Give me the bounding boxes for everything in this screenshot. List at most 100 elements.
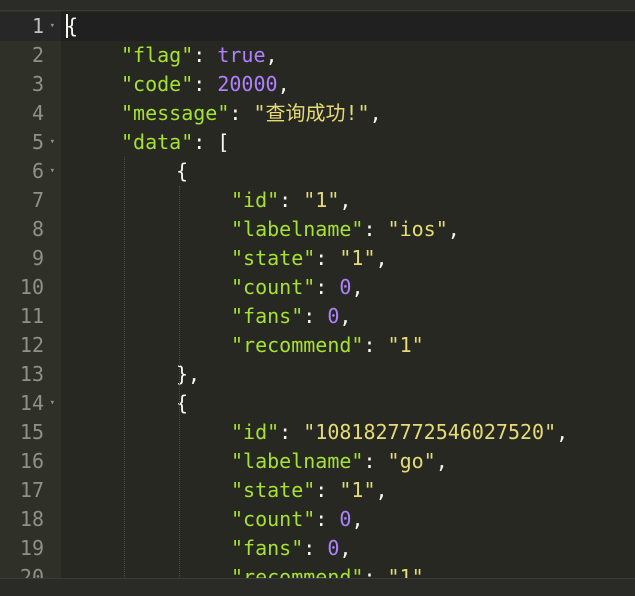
gutter-line[interactable]: 5 ▾: [0, 128, 61, 157]
code-line[interactable]: "labelname": "go",: [61, 447, 635, 476]
code-token: :: [229, 101, 254, 125]
code-token: :: [315, 478, 340, 502]
code-token: ,: [277, 72, 290, 96]
code-line[interactable]: "data": [: [61, 128, 635, 157]
line-number: 6: [31, 159, 44, 183]
code-token: "fans": [231, 536, 304, 560]
indent-guide: [179, 186, 180, 578]
code-token: ,: [265, 43, 278, 67]
code-line[interactable]: "labelname": "ios",: [61, 215, 635, 244]
code-line[interactable]: "recommend": "1": [61, 563, 635, 578]
line-number: 18: [19, 507, 44, 531]
gutter-line[interactable]: 12: [0, 331, 61, 360]
line-number: 17: [19, 478, 44, 502]
code-token: "count": [231, 275, 316, 299]
line-number: 14: [19, 391, 44, 415]
line-number: 16: [19, 449, 44, 473]
code-token: "count": [231, 507, 316, 531]
gutter-line[interactable]: 10: [0, 273, 61, 302]
gutter-line[interactable]: 15: [0, 418, 61, 447]
code-token: "1081827772546027520": [303, 420, 557, 444]
code-line[interactable]: "fans": 0,: [61, 534, 635, 563]
horizontal-scrollbar[interactable]: [0, 578, 635, 596]
code-token: "1": [387, 333, 424, 357]
gutter-line[interactable]: 19: [0, 534, 61, 563]
editor-top-border: [0, 0, 635, 11]
gutter-line[interactable]: 18: [0, 505, 61, 534]
gutter-line[interactable]: 3: [0, 70, 61, 99]
code-token: "code": [121, 72, 194, 96]
line-number: 11: [19, 304, 44, 328]
gutter-line[interactable]: 14 ▾: [0, 389, 61, 418]
gutter-line[interactable]: 13: [0, 360, 61, 389]
code-line[interactable]: "code": 20000,: [61, 70, 635, 99]
code-line[interactable]: {: [61, 12, 635, 41]
code-token: :: [363, 217, 388, 241]
code-token: :: [193, 43, 218, 67]
code-token: ,: [339, 536, 352, 560]
fold-arrow-icon[interactable]: ▾: [50, 157, 55, 186]
code-token: {: [176, 391, 189, 415]
code-token: 0: [339, 275, 352, 299]
code-token: :: [315, 246, 340, 270]
code-line[interactable]: "state": "1",: [61, 244, 635, 273]
code-token: ,: [351, 275, 364, 299]
code-token: "state": [231, 478, 316, 502]
fold-arrow-icon[interactable]: ▾: [50, 128, 55, 157]
code-token: :: [303, 536, 328, 560]
code-token: "ios": [387, 217, 448, 241]
code-token: ,: [447, 217, 460, 241]
code-line[interactable]: },: [61, 360, 635, 389]
code-line[interactable]: {: [61, 389, 635, 418]
fold-arrow-icon[interactable]: ▾: [50, 389, 55, 418]
code-token: "id": [231, 188, 280, 212]
code-token: true: [217, 43, 266, 67]
code-line[interactable]: "flag": true,: [61, 41, 635, 70]
code-token: "go": [387, 449, 436, 473]
code-token: "recommend": [231, 565, 364, 578]
code-line[interactable]: "count": 0,: [61, 505, 635, 534]
code-token: :: [363, 333, 388, 357]
code-line[interactable]: "recommend": "1": [61, 331, 635, 360]
code-token: :: [363, 565, 388, 578]
line-number: 19: [19, 536, 44, 560]
line-number: 15: [19, 420, 44, 444]
gutter-line[interactable]: 17: [0, 476, 61, 505]
gutter-line[interactable]: 11: [0, 302, 61, 331]
code-token: {: [176, 159, 189, 183]
code-token: "1": [339, 246, 376, 270]
code-line[interactable]: "id": "1081827772546027520",: [61, 418, 635, 447]
line-number: 2: [31, 43, 44, 67]
line-number: 12: [19, 333, 44, 357]
gutter-line[interactable]: 6 ▾: [0, 157, 61, 186]
code-line[interactable]: "fans": 0,: [61, 302, 635, 331]
code-token: :: [279, 420, 304, 444]
code-token: :: [303, 304, 328, 328]
gutter-line[interactable]: 1 ▾: [0, 12, 61, 41]
code-token: ,: [375, 246, 388, 270]
code-line[interactable]: "state": "1",: [61, 476, 635, 505]
line-number-gutter[interactable]: 1 ▾ 2 3 4 5 ▾ 6 ▾ 7 8 9 10 11 12 13 14 ▾ 15 16 17 18 19 20: [0, 11, 61, 589]
code-token: 0: [327, 536, 340, 560]
code-line[interactable]: "message": "查询成功!",: [61, 99, 635, 128]
gutter-line[interactable]: 16: [0, 447, 61, 476]
line-number: 13: [19, 362, 44, 386]
code-token: "labelname": [231, 449, 364, 473]
json-editor[interactable]: 1 ▾ 2 3 4 5 ▾ 6 ▾ 7 8 9 10 11 12 13 14 ▾ 15 16 17 18 19 20 {"fl…: [0, 0, 635, 596]
code-token: "id": [231, 420, 280, 444]
code-line[interactable]: "count": 0,: [61, 273, 635, 302]
line-number: 4: [31, 101, 44, 125]
code-token: "1": [339, 478, 376, 502]
gutter-line[interactable]: 2: [0, 41, 61, 70]
line-number: 3: [31, 72, 44, 96]
gutter-line[interactable]: 7: [0, 186, 61, 215]
gutter-line[interactable]: 8: [0, 215, 61, 244]
code-token: 0: [339, 507, 352, 531]
fold-arrow-icon[interactable]: ▾: [50, 12, 55, 41]
code-line[interactable]: {: [61, 157, 635, 186]
code-token: "查询成功!": [253, 101, 370, 125]
code-line[interactable]: "id": "1",: [61, 186, 635, 215]
code-area[interactable]: {"flag": true, "code": 20000, "message": "…: [61, 11, 635, 578]
gutter-line[interactable]: 9: [0, 244, 61, 273]
gutter-line[interactable]: 4: [0, 99, 61, 128]
